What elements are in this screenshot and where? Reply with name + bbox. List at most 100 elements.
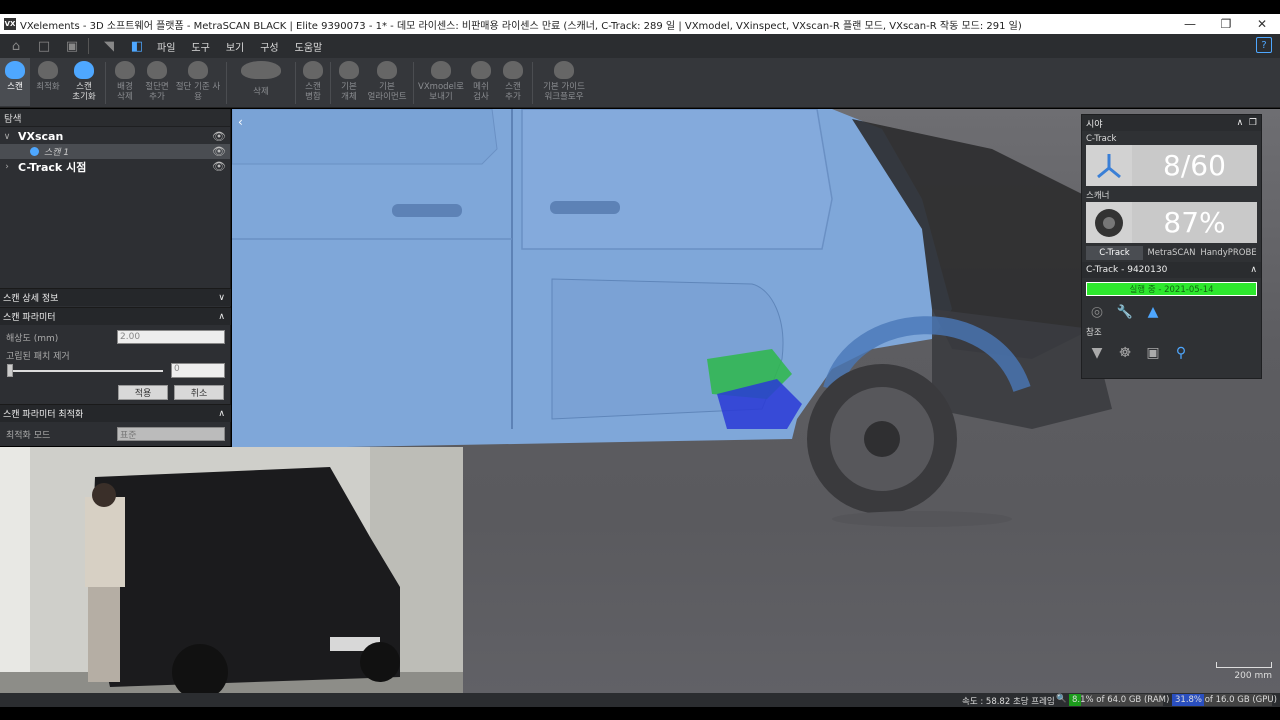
basic-alignment-label: 기본 얼라이먼트 — [367, 82, 407, 102]
apply-button[interactable]: 적용 — [118, 385, 168, 400]
tree-item-label: VXscan — [18, 130, 64, 143]
menu-view[interactable]: 보기 — [218, 39, 252, 54]
mesh-inspect-label: 메쉬 검사 — [473, 82, 489, 102]
eye-icon[interactable]: 👁 — [212, 145, 226, 158]
person — [85, 497, 125, 587]
chevron-up-icon: ∧ — [218, 408, 225, 419]
gpu-usage-text: 31.8% of 16.0 GB (GPU) — [1175, 695, 1277, 705]
isolated-patch-row: 고립된 패치 제거 — [0, 346, 231, 364]
positioning-icon[interactable]: ☸ — [1116, 344, 1134, 362]
merge-scan-icon — [303, 61, 323, 79]
send-vxmodel-button[interactable]: VXmodel로 보내기 — [417, 58, 465, 106]
isolated-patch-input[interactable]: 0 — [171, 363, 225, 378]
chevron-up-icon[interactable]: ∧ — [1237, 118, 1244, 128]
gpu-usage-bar: 31.8% of 16.0 GB (GPU) — [1172, 694, 1277, 706]
guided-workflow-icon — [554, 61, 574, 79]
status-text: 실행 중 - 2021-05-14 — [1129, 285, 1214, 295]
slider-handle[interactable] — [7, 364, 13, 377]
scanner-label: 스캐너 — [1086, 191, 1110, 201]
camera-video-inset — [0, 447, 463, 704]
optimize-button[interactable]: 최적화 — [30, 58, 66, 106]
chevron-up-icon[interactable]: ∧ — [1250, 265, 1257, 275]
add-scan-label: 스캔 추가 — [505, 82, 521, 102]
tab-ctrack[interactable]: C-Track — [1086, 246, 1143, 260]
isolated-patch-slider[interactable] — [8, 370, 163, 372]
wrench-icon[interactable]: 🔧 — [1116, 303, 1134, 321]
guided-workflow-button[interactable]: 기본 가이드 워크플로우 — [536, 58, 592, 106]
resolution-input[interactable]: 2.00 — [117, 330, 225, 344]
use-clipping-button[interactable]: 절단 기준 사 용 — [173, 58, 223, 106]
scan-icon — [5, 61, 25, 79]
divider — [105, 62, 106, 104]
scan-params-header[interactable]: 스캔 파라미터 ∧ — [0, 307, 231, 325]
menu-tools[interactable]: 도구 — [183, 39, 217, 54]
divider — [413, 62, 414, 104]
delete-icon — [241, 61, 281, 79]
funnel-icon[interactable]: ▼ — [1088, 344, 1106, 362]
help-icon[interactable]: ? — [1256, 37, 1272, 53]
export-icon[interactable]: ◧ — [125, 36, 149, 56]
divider — [330, 62, 331, 104]
reset-scan-button[interactable]: 스캔 초기화 — [66, 58, 102, 106]
scan-button[interactable]: 스캔 — [0, 58, 30, 106]
delete-button[interactable]: 삭제 — [230, 58, 292, 106]
device-tabs: C-Track MetraSCAN HandyPROBE — [1086, 246, 1257, 260]
delete-background-button[interactable]: 배경 삭제 — [109, 58, 141, 106]
menu-config[interactable]: 구성 — [252, 39, 286, 54]
chevron-right-icon[interactable]: › — [0, 162, 14, 172]
chevron-down-icon[interactable]: ∨ — [0, 132, 14, 142]
divider — [88, 38, 89, 54]
add-scan-button[interactable]: 스캔 추가 — [497, 58, 529, 106]
video-frame — [0, 447, 463, 704]
new-file-icon[interactable]: □ — [32, 36, 56, 56]
primitive-entity-button[interactable]: 기본 개체 — [334, 58, 364, 106]
reset-scan-icon — [74, 61, 94, 79]
tree-item-scan1[interactable]: 스캔 1 👁 — [0, 144, 230, 159]
delete-background-label: 배경 삭제 — [117, 82, 133, 102]
tree-item-ctrack[interactable]: › C-Track 시점 👁 — [0, 159, 230, 174]
ctrack-icon — [1086, 145, 1132, 186]
opt-mode-row: 최적화 모드 표준 — [0, 425, 231, 443]
scan-details-header[interactable]: 스캔 상세 정보 ∨ — [0, 288, 231, 306]
menu-file[interactable]: 파일 — [149, 39, 183, 54]
scale-bar: 200 mm — [1216, 662, 1272, 681]
home-icon[interactable]: ⌂ — [4, 36, 28, 56]
isolated-patch-label: 고립된 패치 제거 — [6, 351, 70, 362]
tree-item-vxscan[interactable]: ∨ VXscan 👁 — [0, 129, 230, 144]
ctrack-label: C-Track — [1086, 134, 1117, 144]
add-scan-icon — [503, 61, 523, 79]
frame-icon[interactable]: ▣ — [1144, 344, 1162, 362]
cancel-button[interactable]: 취소 — [174, 385, 224, 400]
add-clipping-plane-button[interactable]: 절단면 추가 — [141, 58, 173, 106]
target-icon[interactable]: ◎ — [1088, 303, 1106, 321]
eye-icon[interactable]: 👁 — [212, 130, 226, 143]
close-button[interactable]: ✕ — [1244, 17, 1280, 31]
axis-icon[interactable]: ⚲ — [1172, 344, 1190, 362]
restore-button[interactable]: ❐ — [1208, 17, 1244, 31]
ribbon-toolbar: 스캔 최적화 스캔 초기화 배경 삭제 절단면 추가 절단 기준 사 용 삭제 … — [0, 58, 1280, 108]
undock-icon[interactable]: ❐ — [1249, 118, 1257, 128]
menu-help[interactable]: 도움말 — [287, 39, 331, 54]
basic-alignment-button[interactable]: 기본 얼라이먼트 — [364, 58, 410, 106]
status-bar: 속도 : 58.82 초당 프레임 🔍 8.1% of 64.0 GB (RAM… — [0, 693, 1280, 707]
eye-icon[interactable]: 👁 — [212, 160, 226, 173]
optimize-button-label: 최적화 — [36, 82, 60, 92]
opt-mode-select[interactable]: 표준 — [117, 427, 225, 441]
calibration-icon[interactable]: ▲ — [1144, 303, 1162, 321]
minimize-button[interactable]: — — [1172, 17, 1208, 31]
import-icon[interactable]: ◥ — [97, 36, 121, 56]
alignment-icon — [377, 61, 397, 79]
collapse-panel-icon[interactable]: ‹ — [238, 115, 243, 129]
scale-label: 200 mm — [1234, 671, 1272, 681]
tab-metrascan[interactable]: MetraSCAN — [1143, 246, 1200, 260]
zoom-icon[interactable]: 🔍 — [1056, 694, 1067, 704]
merge-scan-button[interactable]: 스캔 병합 — [299, 58, 327, 106]
door-handle — [550, 201, 620, 214]
explorer-header: 탐색 — [0, 109, 230, 127]
optimize-icon — [38, 61, 58, 79]
mesh-inspect-button[interactable]: 메쉬 검사 — [465, 58, 497, 106]
save-icon[interactable]: ▣ — [60, 36, 84, 56]
tab-handyprobe[interactable]: HandyPROBE — [1200, 246, 1257, 260]
scan-opt-header[interactable]: 스캔 파라미터 최적화 ∧ — [0, 404, 231, 422]
primitive-entity-label: 기본 개체 — [341, 82, 357, 102]
